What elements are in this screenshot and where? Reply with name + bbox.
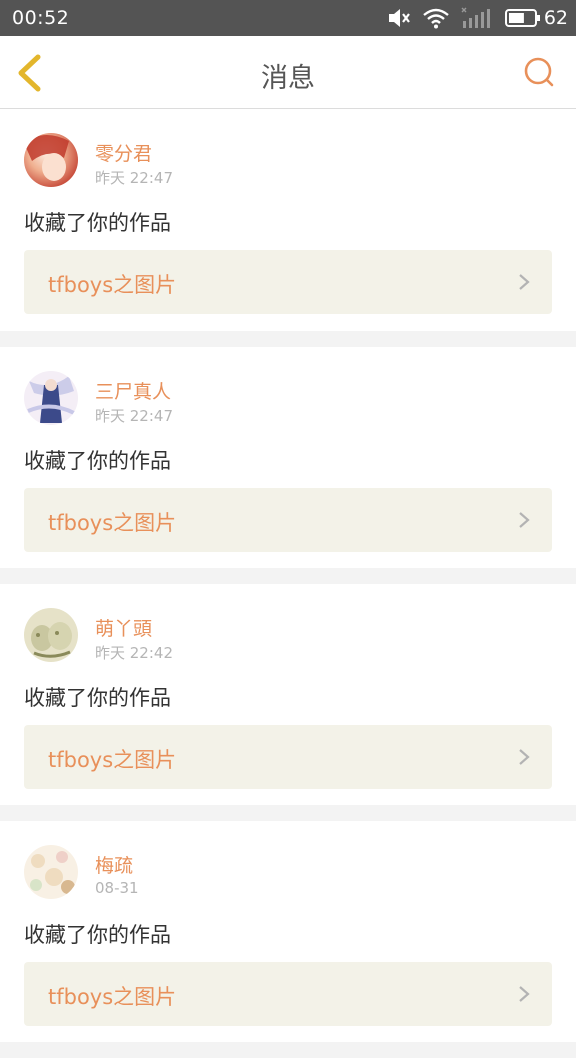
signal-icon: [461, 7, 490, 28]
work-link[interactable]: tfboys之图片: [24, 250, 552, 314]
username[interactable]: 萌丫頭: [95, 614, 152, 641]
action-text: 收藏了你的作品: [24, 923, 171, 947]
status-time: 00:52: [12, 7, 70, 29]
status-bar: 00:52 62: [0, 0, 576, 36]
action-text: 收藏了你的作品: [24, 211, 171, 235]
message-card: 三尸真人 昨天 22:47 收藏了你的作品 tfboys之图片: [0, 347, 576, 568]
battery-icon: [504, 9, 540, 27]
work-title: tfboys之图片: [48, 748, 177, 772]
timestamp: 昨天 22:47: [95, 169, 173, 187]
timestamp: 昨天 22:47: [95, 407, 173, 425]
username[interactable]: 梅疏: [95, 851, 133, 878]
chevron-right-icon: [519, 274, 530, 290]
message-card: 萌丫頭 昨天 22:42 收藏了你的作品 tfboys之图片: [0, 584, 576, 805]
chevron-right-icon: [519, 986, 530, 1002]
work-link[interactable]: tfboys之图片: [24, 488, 552, 552]
work-link[interactable]: tfboys之图片: [24, 962, 552, 1026]
page-title: 消息: [261, 63, 315, 94]
avatar[interactable]: [24, 371, 78, 425]
message-card: 零分君 昨天 22:47 收藏了你的作品 tfboys之图片: [0, 109, 576, 331]
work-title: tfboys之图片: [48, 273, 177, 297]
chevron-right-icon: [519, 512, 530, 528]
search-button[interactable]: [522, 56, 556, 90]
avatar[interactable]: [24, 133, 78, 187]
header-bar: 消息: [0, 36, 576, 109]
message-card: 梅疏 08-31 收藏了你的作品 tfboys之图片: [0, 821, 576, 1042]
username[interactable]: 零分君: [95, 139, 152, 166]
work-title: tfboys之图片: [48, 511, 177, 535]
battery: 62: [504, 7, 568, 29]
timestamp: 08-31: [95, 879, 139, 897]
work-link[interactable]: tfboys之图片: [24, 725, 552, 789]
avatar[interactable]: [24, 845, 78, 899]
username[interactable]: 三尸真人: [95, 377, 171, 404]
status-icons: 62: [387, 6, 568, 30]
work-title: tfboys之图片: [48, 985, 177, 1009]
action-text: 收藏了你的作品: [24, 686, 171, 710]
chevron-right-icon: [519, 749, 530, 765]
battery-level: 62: [543, 7, 568, 29]
action-text: 收藏了你的作品: [24, 449, 171, 473]
message-list: 零分君 昨天 22:47 收藏了你的作品 tfboys之图片 三尸真人 昨天 2…: [0, 109, 576, 1058]
mute-icon: [388, 9, 410, 27]
search-icon: [524, 57, 554, 87]
wifi-icon: [423, 8, 449, 29]
avatar[interactable]: [24, 608, 78, 662]
timestamp: 昨天 22:42: [95, 644, 173, 662]
